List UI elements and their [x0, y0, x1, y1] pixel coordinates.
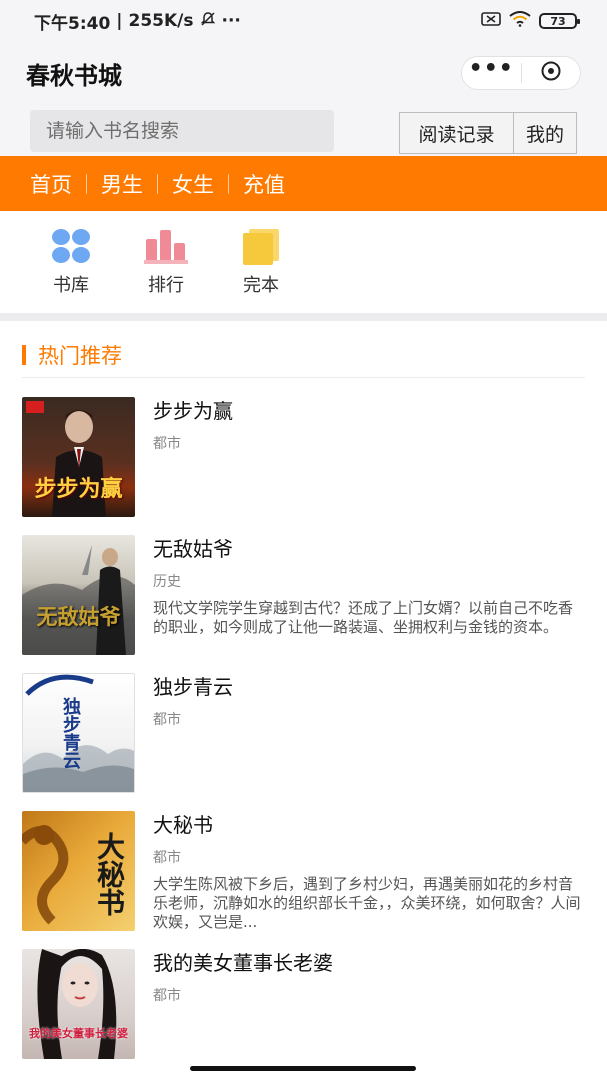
cover-title: 独步青云 [60, 697, 81, 769]
nav-separator [157, 173, 158, 194]
nav-separator [86, 173, 87, 194]
close-button[interactable] [522, 57, 581, 89]
search-row: 阅读记录 我的 [0, 104, 607, 156]
header-button-group: 阅读记录 我的 [399, 112, 577, 154]
quick-entry-label: 书库 [53, 275, 89, 296]
book-cover: 无敌姑爷 [22, 535, 135, 655]
nav-item-home[interactable]: 首页 [30, 169, 72, 199]
book-info: 无敌姑爷 历史 现代文学院学生穿越到古代？还成了上门女婿？以前自己不吃香的职业，… [153, 535, 585, 637]
book-item[interactable]: 无敌姑爷 无敌姑爷 历史 现代文学院学生穿越到古代？还成了上门女婿？以前自己不吃… [22, 535, 585, 655]
book-item[interactable]: 我的美女董事长老婆 我的美女董事长老婆 都市 [22, 949, 585, 1059]
quick-entry-ranking[interactable]: 排行 [136, 227, 196, 297]
book-cover: 独步青云 [22, 673, 135, 793]
network-speed: 255K/s [128, 11, 194, 31]
more-dots-icon: ••• [468, 56, 514, 81]
book-category: 都市 [153, 712, 181, 728]
cover-title: 我的美女董事长老婆 [29, 1027, 128, 1040]
section-title: 热门推荐 [38, 343, 122, 368]
sim-off-icon [481, 11, 501, 31]
book-title: 步步为赢 [153, 399, 233, 423]
book-title: 无敌姑爷 [153, 537, 233, 561]
search-input[interactable] [30, 110, 334, 152]
quick-entry-finished[interactable]: 完本 [231, 227, 291, 297]
grid-dots-icon [49, 227, 93, 265]
quick-entry-label: 排行 [148, 275, 184, 296]
book-cover: 步步为赢 [22, 397, 135, 517]
quick-entry-library[interactable]: 书库 [41, 227, 101, 297]
divider: | [116, 11, 123, 31]
quick-entries: 书库 排行 完本 [0, 211, 607, 313]
section-accent-bar [22, 344, 26, 365]
book-item[interactable]: 独步青云 独步青云 都市 [22, 673, 585, 793]
nav-item-female[interactable]: 女生 [172, 169, 214, 199]
section-header: 热门推荐 [22, 332, 585, 378]
quick-entry-label: 完本 [243, 275, 279, 296]
book-category: 都市 [153, 436, 181, 452]
book-title: 独步青云 [153, 675, 233, 699]
reading-history-button[interactable]: 阅读记录 [400, 113, 514, 153]
book-category: 都市 [153, 850, 181, 866]
status-left: 下午5:40 | 255K/s ··· [34, 9, 241, 34]
status-time: 下午5:40 [34, 13, 111, 34]
close-circle-icon [540, 60, 562, 86]
battery-indicator: 73 [539, 13, 580, 29]
book-info: 大秘书 都市 大学生陈风被下乡后，遇到了乡村少妇，再遇美丽如花的乡村音乐老师，沉… [153, 811, 585, 932]
book-info: 我的美女董事长老婆 都市 [153, 949, 585, 1005]
bell-off-icon [200, 11, 216, 32]
status-bar: 下午5:40 | 255K/s ··· 73 [0, 0, 607, 42]
book-title: 大秘书 [153, 813, 213, 837]
book-stack-icon [239, 227, 283, 265]
cover-title: 大秘书 [93, 832, 126, 916]
nav-separator [228, 173, 229, 194]
nav-item-male[interactable]: 男生 [101, 169, 143, 199]
nav-item-recharge[interactable]: 充值 [243, 169, 285, 199]
mini-program-header: 春秋书城 ••• [0, 42, 607, 104]
book-item[interactable]: 大秘书 大秘书 都市 大学生陈风被下乡后，遇到了乡村少妇，再遇美丽如花的乡村音乐… [22, 811, 585, 931]
cover-title: 步步为赢 [34, 476, 123, 502]
menu-capsule: ••• [461, 56, 581, 90]
book-description: 大学生陈风被下乡后，遇到了乡村少妇，再遇美丽如花的乡村音乐老师，沉静如水的组织部… [153, 875, 581, 931]
book-category: 都市 [153, 988, 181, 1004]
home-indicator[interactable] [190, 1066, 416, 1071]
book-cover: 我的美女董事长老婆 [22, 949, 135, 1059]
book-info: 独步青云 都市 [153, 673, 585, 729]
cover-title: 无敌姑爷 [36, 604, 121, 629]
book-cover: 大秘书 [22, 811, 135, 931]
mine-button[interactable]: 我的 [514, 113, 576, 153]
status-right: 73 [481, 11, 580, 31]
status-more: ··· [221, 11, 241, 31]
wifi-icon [509, 11, 531, 31]
app-title: 春秋书城 [26, 61, 122, 90]
book-description: 现代文学院学生穿越到古代？还成了上门女婿？以前自己不吃香的职业，如今则成了让他一… [153, 599, 574, 636]
category-nav: 首页 男生 女生 充值 [0, 156, 607, 211]
section-divider [0, 313, 607, 321]
more-button[interactable]: ••• [462, 57, 521, 89]
book-category: 历史 [153, 574, 181, 590]
book-info: 步步为赢 都市 [153, 397, 585, 453]
book-title: 我的美女董事长老婆 [153, 951, 333, 975]
book-item[interactable]: 步步为赢 步步为赢 都市 [22, 397, 585, 517]
bar-chart-icon [144, 227, 188, 265]
